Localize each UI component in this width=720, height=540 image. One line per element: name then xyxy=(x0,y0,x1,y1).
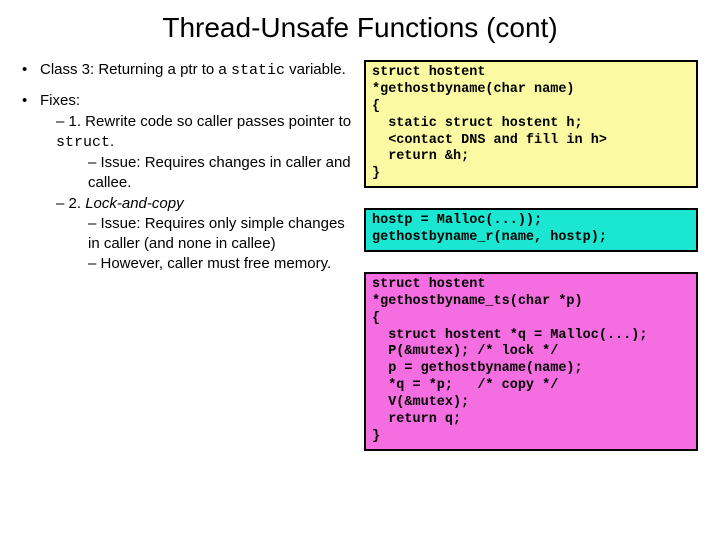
fix2-text-pre: – 2. xyxy=(56,195,85,212)
bullet-class3: • Class 3: Returning a ptr to a static v… xyxy=(22,60,352,85)
fix1-text-pre: – 1. Rewrite code so caller passes point… xyxy=(56,113,351,130)
struct-keyword: struct xyxy=(56,134,110,151)
content-columns: • Class 3: Returning a ptr to a static v… xyxy=(22,60,698,471)
left-column: • Class 3: Returning a ptr to a static v… xyxy=(22,60,352,471)
class3-text-post: variable. xyxy=(285,61,346,78)
fix-1: – 1. Rewrite code so caller passes point… xyxy=(40,112,352,154)
bullet-fixes: • Fixes: – 1. Rewrite code so caller pas… xyxy=(22,91,352,274)
code-box-gethostbyname-ts: struct hostent *gethostbyname_ts(char *p… xyxy=(364,272,698,451)
fix2-however: – However, caller must free memory. xyxy=(40,254,352,274)
fix2-issue: – Issue: Requires only simple changes in… xyxy=(40,214,352,255)
static-keyword: static xyxy=(231,62,285,79)
right-column: struct hostent *gethostbyname(char name)… xyxy=(364,60,698,471)
fix-2: – 2. Lock-and-copy xyxy=(40,194,352,214)
class3-text-pre: Class 3: Returning a ptr to a xyxy=(40,61,227,78)
slide-title: Thread-Unsafe Functions (cont) xyxy=(22,12,698,44)
code-box-caller-r: hostp = Malloc(...)); gethostbyname_r(na… xyxy=(364,208,698,252)
fix1-text-post: . xyxy=(110,133,114,150)
fix2-lock-and-copy: Lock-and-copy xyxy=(85,195,183,212)
fixes-label: Fixes: xyxy=(40,91,352,111)
bullet-dot-icon: • xyxy=(22,60,40,85)
code-box-gethostbyname: struct hostent *gethostbyname(char name)… xyxy=(364,60,698,188)
fix1-issue: – Issue: Requires changes in caller and … xyxy=(40,153,352,194)
bullet-dot-icon: • xyxy=(22,91,40,274)
